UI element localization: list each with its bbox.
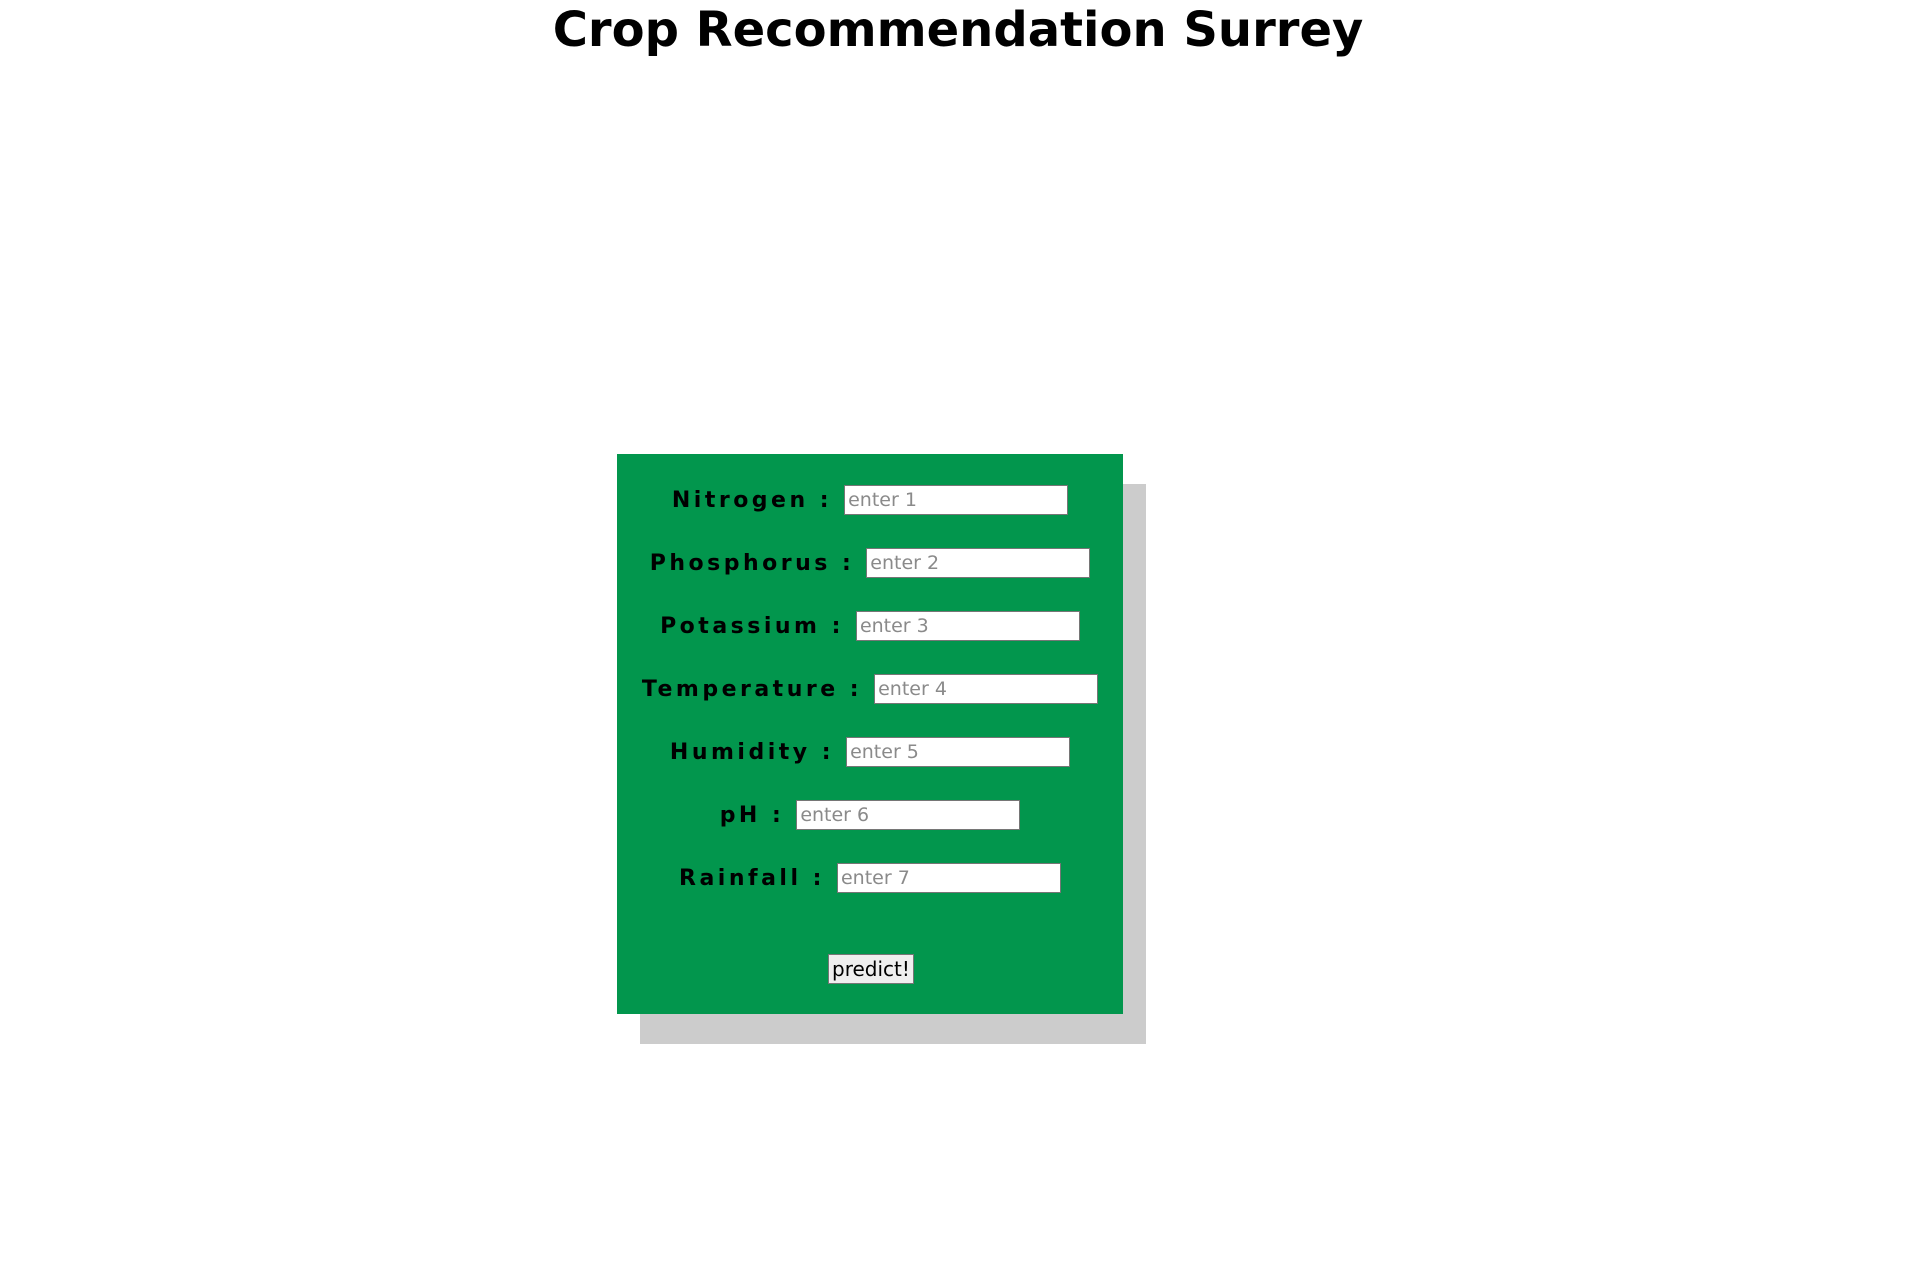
potassium-label: Potassium : [660, 613, 844, 639]
field-row-ph: pH : [617, 799, 1123, 831]
crop-form-card: Nitrogen : Phosphorus : Potassium : Temp… [617, 454, 1123, 1014]
field-row-humidity: Humidity : [617, 736, 1123, 768]
phosphorus-label: Phosphorus : [649, 550, 855, 576]
ph-input[interactable] [796, 800, 1021, 830]
field-row-nitrogen: Nitrogen : [617, 484, 1123, 516]
field-row-phosphorus: Phosphorus : [617, 547, 1123, 579]
field-row-rainfall: Rainfall : [617, 862, 1123, 894]
temperature-input[interactable] [874, 674, 1099, 704]
field-row-potassium: Potassium : [617, 610, 1123, 642]
page-title: Crop Recommendation Surrey [552, 2, 1364, 58]
phosphorus-input[interactable] [866, 548, 1091, 578]
rainfall-input[interactable] [836, 863, 1061, 893]
nitrogen-input[interactable] [844, 485, 1069, 515]
nitrogen-label: Nitrogen : [671, 487, 833, 513]
potassium-input[interactable] [855, 611, 1080, 641]
humidity-input[interactable] [846, 737, 1071, 767]
predict-button[interactable]: predict! [828, 954, 914, 984]
ph-label: pH : [719, 802, 785, 828]
field-row-temperature: Temperature : [617, 673, 1123, 705]
humidity-label: Humidity : [669, 739, 835, 765]
rainfall-label: Rainfall : [679, 865, 825, 891]
temperature-label: Temperature : [641, 676, 863, 702]
